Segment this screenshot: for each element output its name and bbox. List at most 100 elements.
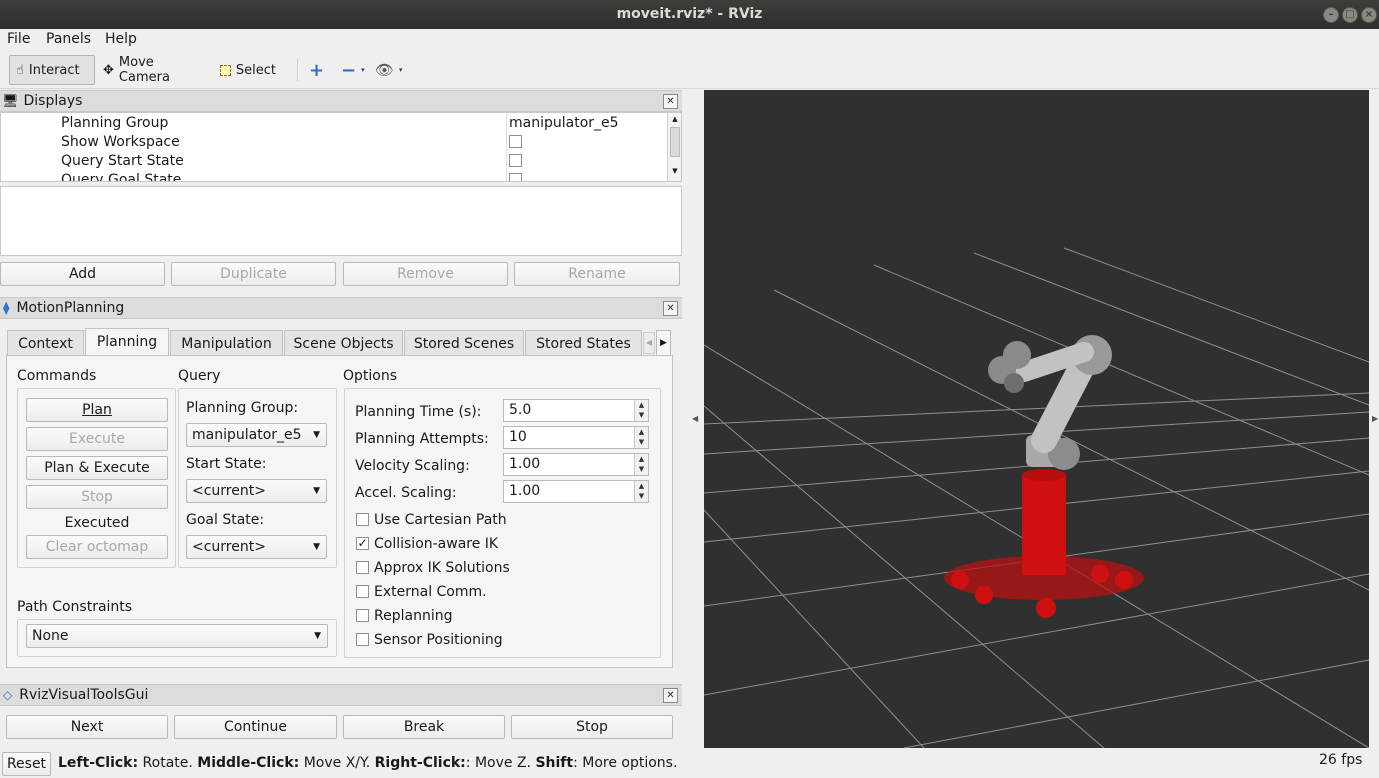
external-comm-label[interactable]: External Comm.	[374, 584, 487, 600]
close-displays-icon[interactable]: ✕	[663, 94, 678, 109]
clear-octomap-button[interactable]: Clear octomap	[26, 535, 168, 559]
collapse-left-icon[interactable]: ◀	[692, 414, 698, 423]
start-state-value: <current>	[192, 483, 266, 499]
toolbar: ☝ Interact ✥ Move Camera Select + − ▾ 👁 ▾	[0, 51, 1379, 89]
displays-scrollbar[interactable]: ▲ ▼	[667, 113, 681, 181]
monitor-icon: 🖥	[2, 93, 19, 109]
displays-panel-header: 🖥 Displays ✕	[0, 90, 682, 112]
stop-plan-button[interactable]: Stop	[26, 485, 168, 509]
eye-icon[interactable]: 👁 ▾	[368, 55, 403, 85]
approx-ik-checkbox[interactable]	[356, 561, 369, 574]
query-start-state-checkbox[interactable]	[509, 154, 522, 167]
move-camera-button[interactable]: ✥ Move Camera	[96, 55, 206, 85]
continue-button[interactable]: Continue	[174, 715, 337, 739]
plan-execute-button[interactable]: Plan & Execute	[26, 456, 168, 480]
sensor-positioning-checkbox[interactable]	[356, 633, 369, 646]
duplicate-display-button[interactable]: Duplicate	[171, 262, 336, 286]
window-title: moveit.rviz* - RViz	[616, 6, 763, 22]
displays-tree[interactable]: Planning Group manipulator_e5 Show Works…	[0, 112, 682, 182]
query-goal-state-checkbox[interactable]	[509, 173, 522, 181]
remove-tool-icon[interactable]: − ▾	[334, 55, 365, 85]
interact-button[interactable]: ☝ Interact	[9, 55, 95, 85]
spin-arrows-icon[interactable]: ▲ ▼	[634, 400, 648, 421]
maximize-icon[interactable]: □	[1342, 7, 1358, 23]
accel-scaling-label: Accel. Scaling:	[355, 485, 457, 501]
tab-context[interactable]: Context	[7, 330, 84, 356]
options-heading: Options	[343, 368, 398, 384]
planning-group-select[interactable]: manipulator_e5 ▼	[186, 423, 327, 447]
spin-arrows-icon[interactable]: ▲ ▼	[634, 481, 648, 502]
accel-scaling-input[interactable]: 1.00 ▲ ▼	[503, 480, 649, 503]
chevron-down-icon: ▼	[313, 486, 320, 496]
menu-panels[interactable]: Panels	[46, 31, 91, 47]
tab-planning[interactable]: Planning	[85, 328, 169, 356]
collision-aware-ik-checkbox[interactable]: ✓	[356, 537, 369, 550]
display-row-name[interactable]: Show Workspace	[61, 134, 180, 150]
menu-help[interactable]: Help	[105, 31, 137, 47]
motion-planning-title: MotionPlanning	[16, 300, 125, 316]
display-row-value[interactable]: manipulator_e5	[509, 115, 619, 131]
tab-stored-scenes[interactable]: Stored Scenes	[404, 330, 524, 356]
replanning-checkbox[interactable]	[356, 609, 369, 622]
display-row-name[interactable]: Query Goal State	[61, 172, 181, 181]
goal-state-label: Goal State:	[186, 512, 265, 528]
hint-text: Rotate.	[138, 755, 198, 771]
fps-counter: 26 fps	[1319, 752, 1363, 768]
scroll-down-icon[interactable]: ▼	[668, 165, 681, 177]
spin-arrows-icon[interactable]: ▲ ▼	[634, 427, 648, 448]
close-visual-tools-icon[interactable]: ✕	[663, 688, 678, 703]
velocity-scaling-input[interactable]: 1.00 ▲ ▼	[503, 453, 649, 476]
tab-scene-objects[interactable]: Scene Objects	[284, 330, 403, 356]
mouse-hint: Left-Click: Rotate. Middle-Click: Move X…	[58, 755, 677, 771]
planning-attempts-input[interactable]: 10 ▲ ▼	[503, 426, 649, 449]
reset-view-button[interactable]: Reset	[2, 752, 51, 776]
scroll-up-icon[interactable]: ▲	[668, 113, 681, 125]
render-viewport[interactable]	[704, 90, 1369, 748]
tab-manipulation[interactable]: Manipulation	[170, 330, 283, 356]
approx-ik-label[interactable]: Approx IK Solutions	[374, 560, 510, 576]
menu-file[interactable]: File	[7, 31, 30, 47]
display-row-name[interactable]: Query Start State	[61, 153, 184, 169]
next-button[interactable]: Next	[6, 715, 168, 739]
planning-time-label: Planning Time (s):	[355, 404, 482, 420]
start-state-select[interactable]: <current> ▼	[186, 479, 327, 503]
collision-aware-ik-label[interactable]: Collision-aware IK	[374, 536, 498, 552]
tab-stored-states[interactable]: Stored States	[525, 330, 642, 356]
display-row-name[interactable]: Planning Group	[61, 115, 168, 131]
planning-time-input[interactable]: 5.0 ▲ ▼	[503, 399, 649, 422]
execute-button[interactable]: Execute	[26, 427, 168, 451]
interact-label: Interact	[28, 62, 80, 78]
add-tool-icon[interactable]: +	[302, 55, 328, 85]
tab-scroll-right-icon[interactable]: ▶	[656, 330, 671, 356]
spin-arrows-icon[interactable]: ▲ ▼	[634, 454, 648, 475]
minimize-icon[interactable]: –	[1323, 7, 1339, 23]
commands-heading: Commands	[17, 368, 97, 384]
add-display-button[interactable]: Add	[0, 262, 165, 286]
scroll-thumb[interactable]	[670, 127, 680, 157]
break-button[interactable]: Break	[343, 715, 505, 739]
use-cartesian-path-label[interactable]: Use Cartesian Path	[374, 512, 507, 528]
external-comm-checkbox[interactable]	[356, 585, 369, 598]
menubar: File Panels Help	[0, 29, 1379, 51]
move-camera-label: Move Camera	[118, 55, 170, 85]
show-workspace-checkbox[interactable]	[509, 135, 522, 148]
replanning-label[interactable]: Replanning	[374, 608, 452, 624]
rename-display-button[interactable]: Rename	[514, 262, 680, 286]
planning-time-value: 5.0	[509, 402, 532, 418]
select-button[interactable]: Select	[213, 55, 283, 85]
goal-state-select[interactable]: <current> ▼	[186, 535, 327, 559]
remove-display-button[interactable]: Remove	[343, 262, 508, 286]
use-cartesian-path-checkbox[interactable]	[356, 513, 369, 526]
viewport-scene	[704, 247, 1369, 748]
chevron-down-icon: ▼	[314, 631, 321, 641]
close-motion-planning-icon[interactable]: ✕	[663, 301, 678, 316]
select-box-icon	[220, 64, 231, 76]
sensor-positioning-label[interactable]: Sensor Positioning	[374, 632, 503, 648]
tab-scroll-left-icon[interactable]: ◀	[643, 332, 655, 354]
accel-scaling-value: 1.00	[509, 483, 541, 499]
stop-button[interactable]: Stop	[511, 715, 673, 739]
plan-button[interactable]: Plan	[26, 398, 168, 422]
path-constraints-select[interactable]: None ▼	[26, 624, 328, 648]
collapse-right-icon[interactable]: ▶	[1372, 414, 1378, 423]
close-window-icon[interactable]: ×	[1361, 7, 1377, 23]
